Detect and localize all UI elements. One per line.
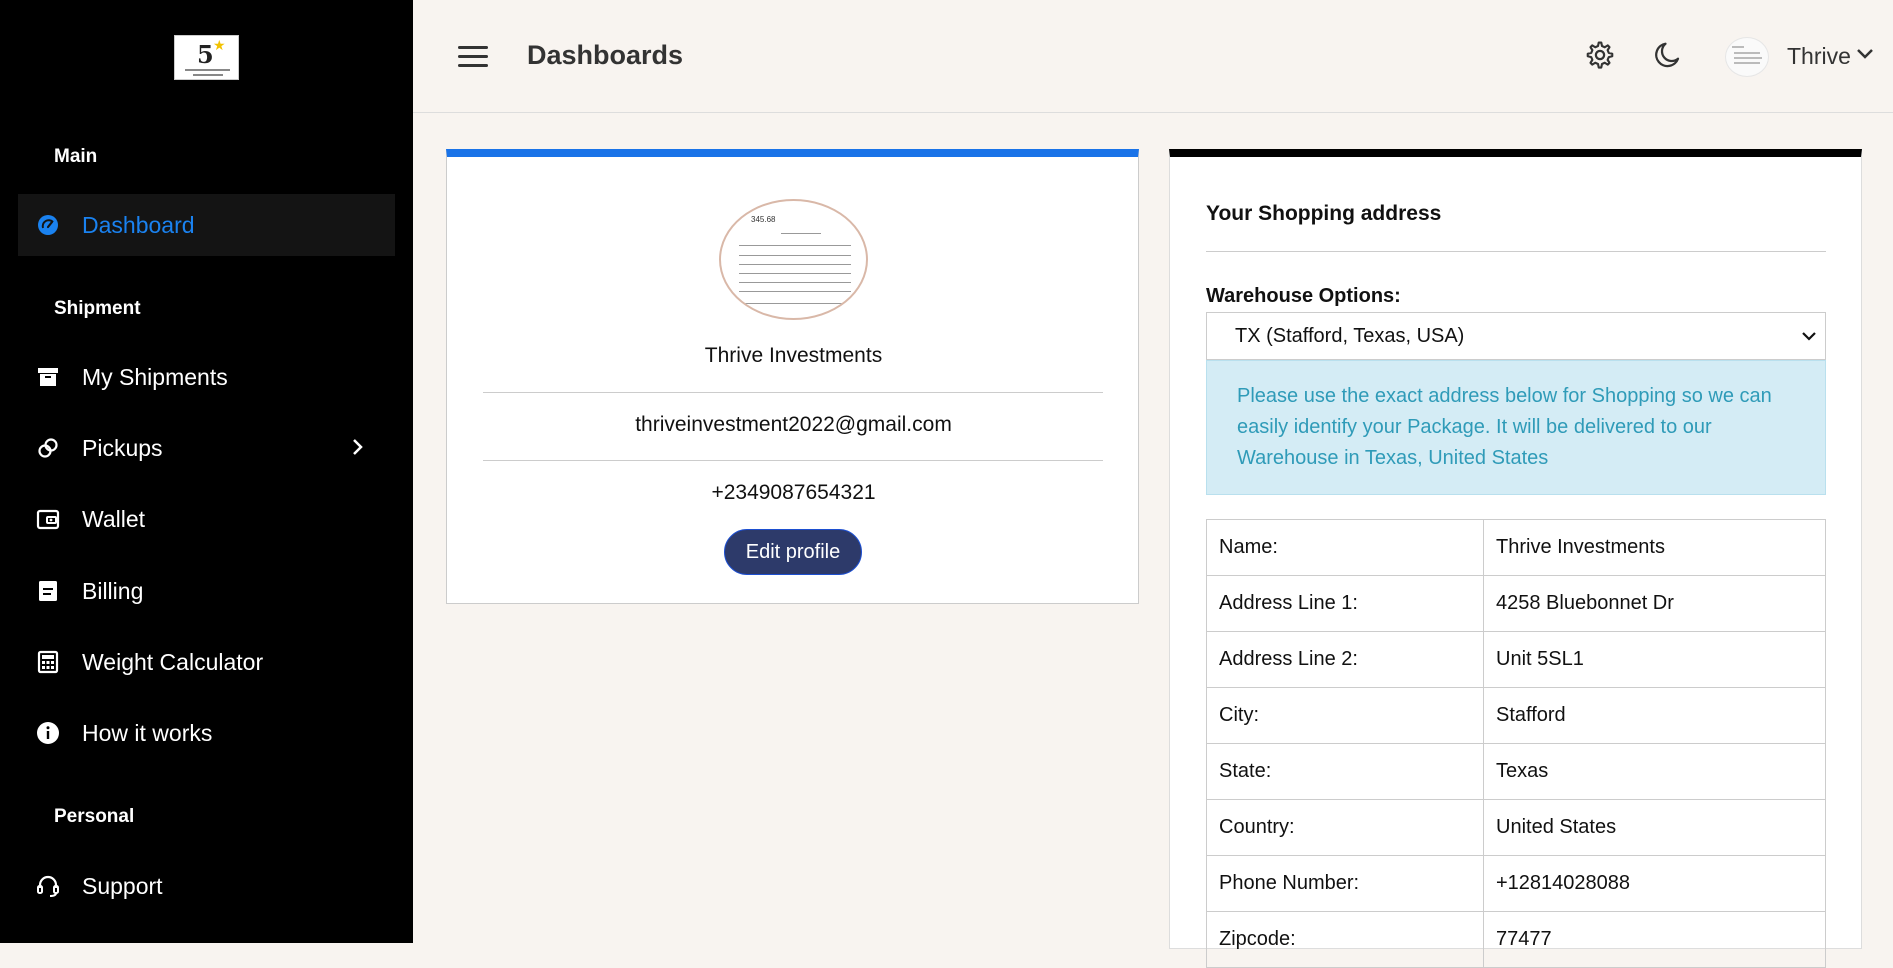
section-personal: Personal — [54, 806, 135, 827]
address-key: Address Line 2: — [1206, 631, 1484, 688]
sidebar-item-billing[interactable]: Billing — [18, 560, 395, 622]
wallet-icon — [36, 507, 60, 531]
table-row: City: Stafford — [1206, 687, 1826, 744]
sidebar-item-wallet[interactable]: Wallet — [18, 488, 395, 550]
dashboard-gauge-icon — [36, 213, 60, 237]
address-value: United States — [1483, 799, 1826, 856]
section-shipment: Shipment — [54, 298, 141, 319]
address-value: Stafford — [1483, 687, 1826, 744]
headset-icon — [36, 874, 60, 898]
profile-email: thriveinvestment2022@gmail.com — [635, 413, 952, 436]
table-row: Country: United States — [1206, 799, 1826, 856]
table-row: Zipcode: 77477 — [1206, 911, 1826, 968]
profile-name: Thrive Investments — [704, 344, 883, 367]
warehouse-select[interactable]: TX (Stafford, Texas, USA) — [1206, 312, 1826, 360]
sidebar-item-label: Weight Calculator — [82, 648, 264, 675]
profile-avatar-amount: 345.68 — [751, 215, 776, 224]
address-value: Unit 5SL1 — [1483, 631, 1826, 688]
chevron-down-icon — [1801, 329, 1817, 347]
table-row: State: Texas — [1206, 743, 1826, 800]
sidebar-item-label: Pickups — [82, 434, 163, 461]
sidebar-item-how-it-works[interactable]: How it works — [18, 702, 395, 764]
address-key: State: — [1206, 743, 1484, 800]
address-table: Name: Thrive Investments Address Line 1:… — [1206, 519, 1826, 968]
sidebar-item-label: Billing — [82, 577, 144, 604]
address-info-alert: Please use the exact address below for S… — [1206, 360, 1826, 495]
profile-card: 345.68 Thrive Investments thriveinvestme… — [446, 149, 1139, 604]
address-key: City: — [1206, 687, 1484, 744]
info-icon — [36, 721, 60, 745]
shopping-address-card: Your Shopping address Warehouse Options:… — [1169, 149, 1862, 968]
profile-phone: +2349087654321 — [711, 481, 876, 504]
archive-box-icon — [36, 365, 60, 389]
address-key: Name: — [1206, 519, 1484, 576]
warehouse-selected-value: TX (Stafford, Texas, USA) — [1235, 325, 1465, 347]
user-name[interactable]: Thrive — [1787, 43, 1851, 70]
page-title: Dashboards — [527, 40, 684, 70]
table-row: Address Line 2: Unit 5SL1 — [1206, 631, 1826, 688]
table-row: Address Line 1: 4258 Bluebonnet Dr — [1206, 575, 1826, 632]
chevron-right-icon[interactable] — [351, 437, 365, 462]
sidebar-item-my-shipments[interactable]: My Shipments — [18, 346, 395, 408]
table-row: Phone Number: +12814028088 — [1206, 855, 1826, 912]
sidebar-item-label: Support — [82, 872, 163, 899]
sidebar-item-dashboard[interactable]: Dashboard — [18, 194, 395, 256]
moon-icon[interactable] — [1653, 40, 1683, 75]
sidebar-item-weight-calculator[interactable]: Weight Calculator — [18, 631, 395, 693]
address-value: Texas — [1483, 743, 1826, 800]
table-row: Name: Thrive Investments — [1206, 519, 1826, 576]
warehouse-options-label: Warehouse Options: — [1206, 285, 1401, 307]
document-icon — [36, 579, 60, 603]
address-value: 77477 — [1483, 911, 1826, 968]
topbar: Dashboards Thrive — [413, 0, 1893, 113]
logo-star-icon: ★ — [213, 37, 226, 53]
sidebar-item-label: How it works — [82, 719, 213, 746]
address-value: 4258 Bluebonnet Dr — [1483, 575, 1826, 632]
logo-number: 5 — [197, 40, 214, 69]
address-value: +12814028088 — [1483, 855, 1826, 912]
section-main: Main — [54, 146, 98, 167]
divider — [1206, 251, 1826, 252]
sidebar-item-label: My Shipments — [82, 363, 228, 390]
address-value: Thrive Investments — [1483, 519, 1826, 576]
divider — [483, 460, 1103, 461]
address-key: Country: — [1206, 799, 1484, 856]
gear-icon[interactable] — [1585, 40, 1615, 75]
sidebar-item-support[interactable]: Support — [18, 855, 395, 917]
sidebar-item-label: Wallet — [82, 505, 146, 532]
chevron-down-icon[interactable] — [1855, 47, 1875, 66]
profile-avatar: 345.68 — [719, 199, 868, 320]
sidebar-item-pickups[interactable]: Pickups — [18, 417, 395, 479]
sidebar-item-label: Dashboard — [82, 211, 195, 238]
sidebar: 5 ★ Main Dashboard Shipment My Shipments… — [0, 0, 413, 943]
menu-toggle-icon[interactable] — [458, 44, 490, 68]
calculator-icon — [36, 650, 60, 674]
link-icon — [36, 436, 60, 460]
address-key: Phone Number: — [1206, 855, 1484, 912]
logo[interactable]: 5 ★ — [174, 35, 239, 80]
address-key: Address Line 1: — [1206, 575, 1484, 632]
edit-profile-button[interactable]: Edit profile — [724, 529, 862, 575]
avatar[interactable] — [1725, 37, 1769, 77]
address-key: Zipcode: — [1206, 911, 1484, 968]
address-card-title: Your Shopping address — [1206, 202, 1442, 225]
divider — [483, 392, 1103, 393]
